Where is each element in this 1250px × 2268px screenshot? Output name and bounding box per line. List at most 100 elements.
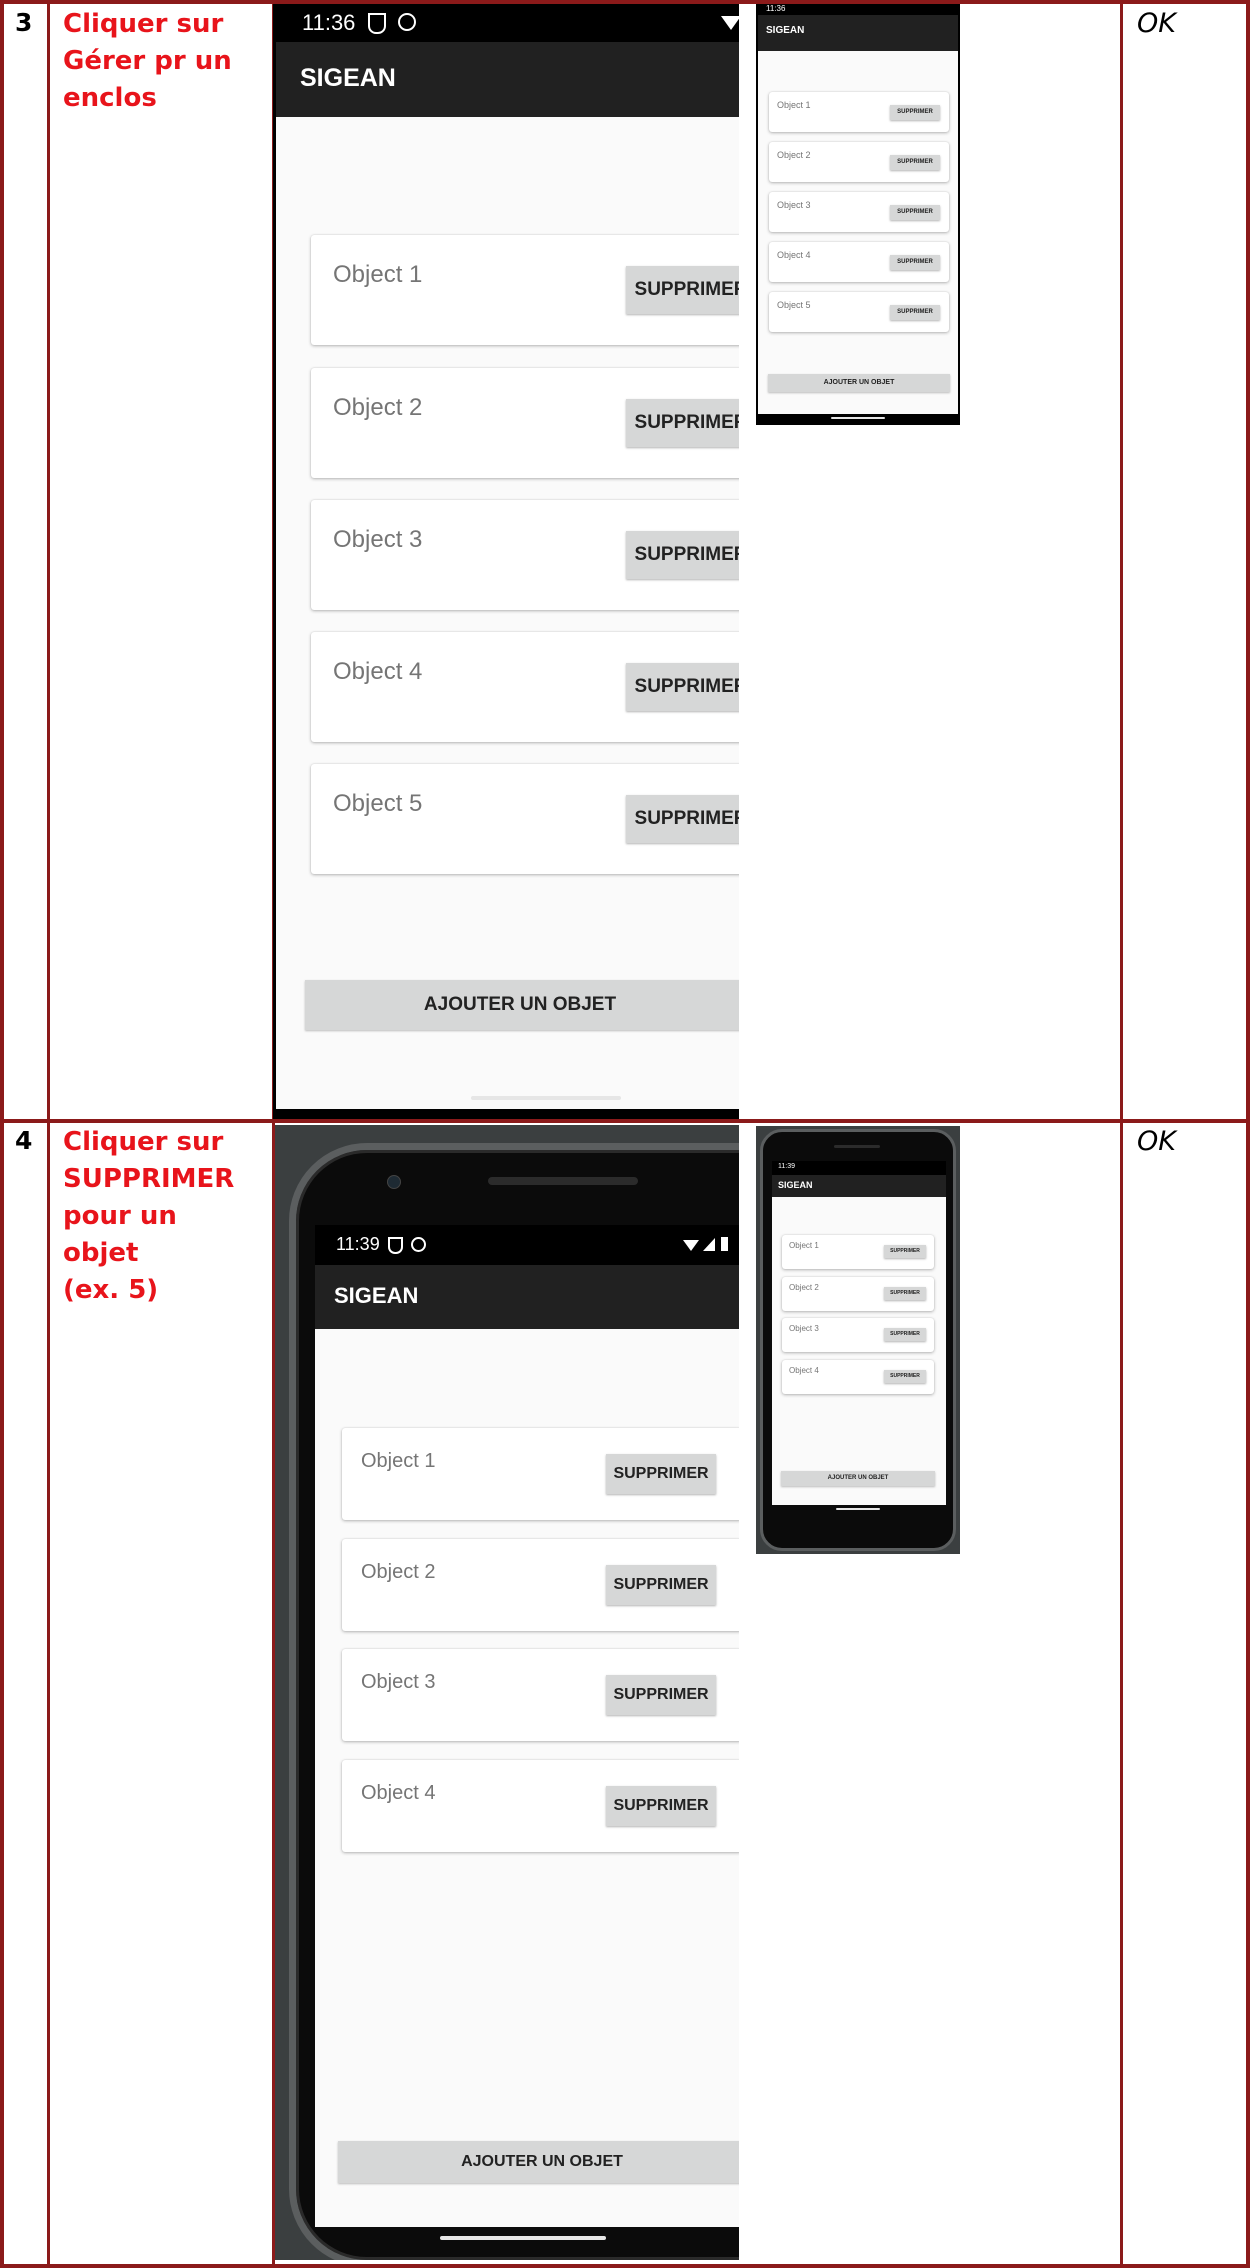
thumbnail-delete-button[interactable]: SUPPRIMER [884,1287,926,1300]
step-number: 4 [15,1126,33,1155]
add-object-button[interactable]: AJOUTER UN OBJET [338,2141,739,2183]
object-card: Object 2 SUPPRIMER [311,368,739,478]
table-border-middle [0,1119,1250,1123]
wifi-icon [683,1240,699,1251]
object-label: Object 4 [333,658,423,685]
object-card: Object 1 SUPPRIMER [342,1428,739,1520]
thumbnail-screen: 11:39 SIGEAN Object 1 SUPPRIMER Object 2… [772,1161,946,1505]
status-time: 11:39 [336,1234,380,1254]
object-label: Object 4 [361,1782,436,1804]
thumbnail-home-indicator [836,1508,880,1510]
thumbnail-object-card: Object 5 SUPPRIMER [769,292,949,332]
thumbnail-object-label: Object 4 [777,250,811,260]
status-time: 11:36 [302,10,356,35]
thumbnail-phone-screenshot: 11:36 SIGEAN Object 1 SUPPRIMER Object 2… [756,4,960,425]
app-title: SIGEAN [334,1283,419,1308]
status-bar: 11:36 [276,4,739,42]
table-border-left [0,0,4,2268]
thumbnail-object-label: Object 2 [777,150,811,160]
thumbnail-delete-button[interactable]: SUPPRIMER [884,1328,926,1341]
device-screen: 11:39 SIGEAN Object 1 SUPPRIMER Object 2… [315,1225,739,2227]
thumbnail-add-object-button[interactable]: AJOUTER UN OBJET [768,374,950,392]
delete-button[interactable]: SUPPRIMER [606,1454,716,1494]
delete-button[interactable]: SUPPRIMER [606,1675,716,1715]
object-label: Object 3 [333,526,423,553]
delete-button[interactable]: SUPPRIMER [626,795,739,843]
object-card: Object 1 SUPPRIMER [311,235,739,345]
delete-button[interactable]: SUPPRIMER [626,266,739,314]
delete-button[interactable]: SUPPRIMER [626,531,739,579]
thumbnail-object-card: Object 1 SUPPRIMER [782,1235,934,1269]
thumbnail-app-title: SIGEAN [778,1180,813,1190]
app-bar: SIGEAN [315,1265,739,1329]
step-number: 3 [15,8,33,37]
table-border-right [1246,0,1250,2268]
thumbnail-object-label: Object 1 [789,1241,819,1250]
phone-screen: 11:36 SIGEAN Object 1 SUPPRIMER Object 2… [276,4,739,1109]
home-indicator [471,1096,621,1100]
battery-icon [721,1237,728,1251]
signal-icon [703,1238,715,1251]
thumbnail-time: 11:36 [766,4,786,13]
shield-icon [388,1237,403,1254]
object-card: Object 4 SUPPRIMER [311,632,739,742]
step-line: SUPPRIMER [63,1164,235,1194]
thumbnail-app-bar: SIGEAN [772,1175,946,1197]
thumbnail-object-label: Object 2 [789,1283,819,1292]
thumbnail-object-card: Object 1 SUPPRIMER [769,92,949,132]
thumbnail-object-label: Object 3 [789,1324,819,1333]
thumbnail-home-indicator [831,417,885,419]
thumbnail-object-card: Object 3 SUPPRIMER [782,1318,934,1352]
status-bar: 11:39 [315,1225,739,1265]
delete-button[interactable]: SUPPRIMER [626,663,739,711]
thumbnail-device-screenshot: 11:39 SIGEAN Object 1 SUPPRIMER Object 2… [756,1126,960,1554]
thumbnail-delete-button[interactable]: SUPPRIMER [890,205,940,220]
object-card: Object 3 SUPPRIMER [311,500,739,610]
thumbnail-delete-button[interactable]: SUPPRIMER [890,155,940,170]
thumbnail-delete-button[interactable]: SUPPRIMER [884,1370,926,1383]
object-label: Object 1 [361,1450,436,1472]
delete-button[interactable]: SUPPRIMER [626,399,739,447]
speaker-grille [488,1177,638,1185]
object-card: Object 2 SUPPRIMER [342,1539,739,1631]
delete-button[interactable]: SUPPRIMER [606,1786,716,1826]
thumbnail-time: 11:39 [778,1163,795,1170]
step-description: Cliquer sur Gérer pr un enclos [63,6,253,117]
thumbnail-screen: 11:36 SIGEAN Object 1 SUPPRIMER Object 2… [758,4,958,414]
object-label: Object 5 [333,790,423,817]
home-indicator [440,2236,606,2240]
large-phone-screenshot: 11:36 SIGEAN Object 1 SUPPRIMER Object 2… [273,4,739,1119]
circle-icon [398,13,416,31]
step-line: Cliquer sur [63,1127,224,1157]
step-description: Cliquer sur SUPPRIMER pour un objet (ex.… [63,1124,253,1309]
object-label: Object 2 [361,1561,436,1583]
thumbnail-add-object-button[interactable]: AJOUTER UN OBJET [781,1471,935,1486]
thumbnail-object-card: Object 4 SUPPRIMER [782,1360,934,1394]
thumbnail-object-label: Object 4 [789,1366,819,1375]
object-card: Object 5 SUPPRIMER [311,764,739,874]
thumbnail-object-card: Object 4 SUPPRIMER [769,242,949,282]
large-device-screenshot: 11:39 SIGEAN Object 1 SUPPRIMER Object 2… [275,1125,739,2260]
step-line: (ex. 5) [63,1275,159,1305]
object-label: Object 1 [333,261,423,288]
thumbnail-delete-button[interactable]: SUPPRIMER [884,1245,926,1258]
result-status: OK [1137,8,1176,39]
add-object-button[interactable]: AJOUTER UN OBJET [305,980,739,1030]
step-line: Gérer pr un [63,46,232,76]
thumbnail-delete-button[interactable]: SUPPRIMER [890,255,940,270]
thumbnail-app-bar: SIGEAN [758,15,958,51]
step-line: Cliquer sur [63,9,224,39]
app-title: SIGEAN [300,64,396,92]
result-status: OK [1137,1126,1176,1157]
thumbnail-delete-button[interactable]: SUPPRIMER [890,105,940,120]
app-bar: SIGEAN [276,42,739,117]
shield-icon [368,13,386,34]
object-label: Object 3 [361,1671,436,1693]
thumbnail-object-label: Object 3 [777,200,811,210]
delete-button[interactable]: SUPPRIMER [606,1565,716,1605]
camera-icon [387,1175,401,1189]
thumbnail-delete-button[interactable]: SUPPRIMER [890,305,940,320]
step-line: pour un objet [63,1201,177,1268]
col-divider-1 [47,0,50,2268]
wifi-icon [721,16,739,30]
